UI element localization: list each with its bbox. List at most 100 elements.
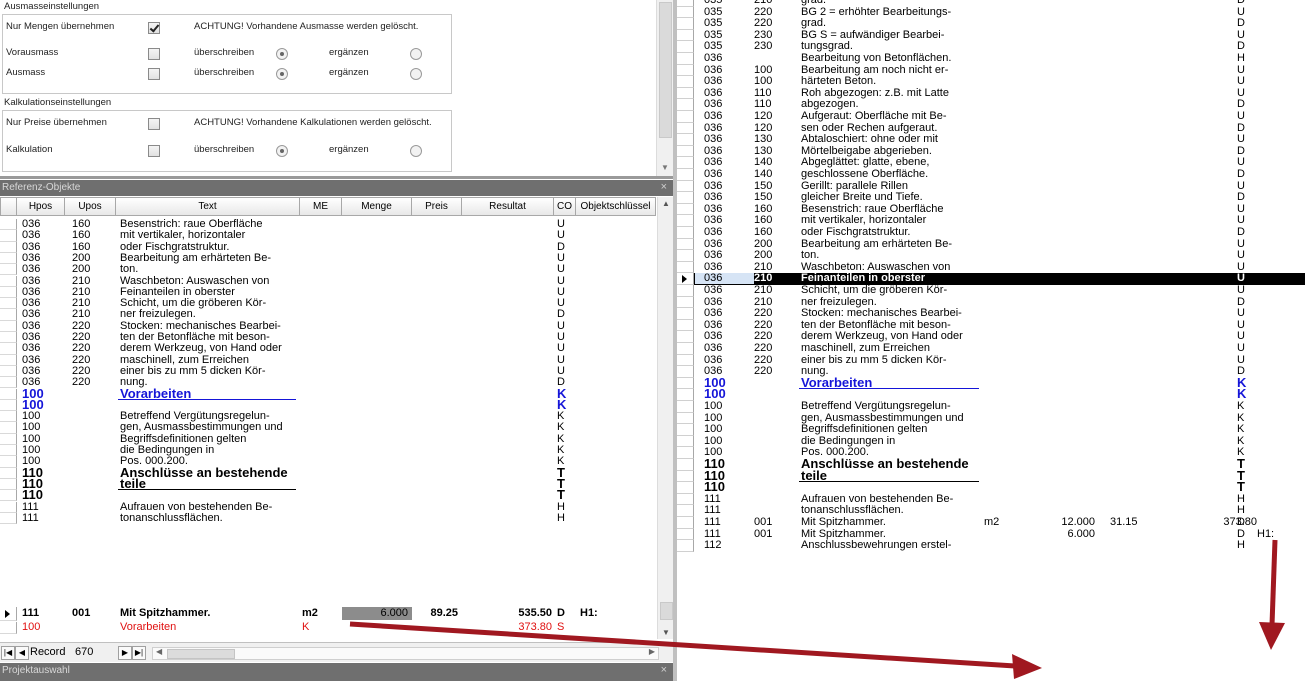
ausmass-ergaenzen-radio[interactable] [410, 68, 422, 80]
cell-upos[interactable]: 001 [754, 517, 772, 528]
cell-upos[interactable]: 130 [754, 145, 772, 157]
cell-text[interactable]: Vorarbeiten [120, 622, 176, 633]
row-selector[interactable] [0, 433, 17, 445]
cell-hpos[interactable]: 036 [704, 87, 722, 99]
cell-upos[interactable]: 220 [754, 18, 772, 29]
project-table-row[interactable]: 100 die Bedingungen in K [677, 435, 1305, 448]
scroll-down-icon[interactable]: ▼ [662, 628, 670, 637]
cell-hpos[interactable]: 036 [22, 275, 40, 287]
cell-co[interactable]: U [1237, 29, 1245, 41]
cell-upos[interactable]: 140 [754, 157, 772, 168]
cell-hpos[interactable]: 036 [704, 53, 722, 64]
cell-text[interactable]: Bearbeitung am erhärteten Be- [120, 252, 271, 264]
row-selector[interactable] [677, 308, 694, 320]
cell-co[interactable]: D [1237, 41, 1245, 52]
cell-me[interactable]: m2 [302, 608, 318, 619]
cell-co[interactable]: U [1237, 76, 1245, 87]
cell-co[interactable]: H [1237, 493, 1245, 505]
cell-text[interactable]: BG 2 = erhöhter Bearbeitungs- [801, 6, 951, 18]
cell-co[interactable]: U [1237, 238, 1245, 250]
last-record-icon[interactable]: ▶| [132, 646, 146, 660]
cell-preis[interactable]: 31.15 [1110, 517, 1138, 528]
cell-text[interactable]: Bearbeitung am noch nicht er- [801, 64, 948, 76]
cell-text[interactable]: geschlossene Oberfläche. [801, 169, 928, 180]
col-upos-header[interactable]: Upos [65, 197, 116, 216]
cell-text[interactable]: grad. [801, 18, 826, 29]
cell-hpos[interactable]: 100 [704, 401, 722, 412]
cell-hpos[interactable]: 036 [704, 215, 722, 226]
row-selector[interactable] [0, 241, 17, 253]
cell-hpos[interactable]: 036 [704, 111, 722, 122]
cell-hpos[interactable]: 036 [22, 309, 40, 320]
cell-hpos[interactable]: 100 [704, 387, 726, 400]
cell-text[interactable]: tungsgrad. [801, 41, 853, 52]
row-selector[interactable] [677, 87, 694, 100]
cell-hpos[interactable]: 036 [704, 64, 722, 76]
cell-co[interactable]: U [557, 230, 565, 241]
project-table-row[interactable]: 036 120 Aufgeraut: Oberfläche mit Be- U [677, 111, 1305, 123]
cell-hpos[interactable]: 036 [704, 285, 722, 296]
cell-upos[interactable]: 210 [754, 285, 772, 296]
cell-co[interactable]: U [1237, 273, 1245, 284]
cell-upos[interactable]: 160 [754, 227, 772, 238]
cell-text[interactable]: ner freizulegen. [801, 296, 877, 308]
cell-text[interactable]: Begriffsdefinitionen gelten [801, 424, 927, 435]
col-hpos-header[interactable]: Hpos [17, 197, 65, 216]
row-selector[interactable] [677, 134, 694, 146]
row-selector[interactable] [677, 435, 694, 448]
ref-table-row[interactable]: 036 210 ner freizulegen. D [0, 309, 657, 321]
cell-text[interactable]: BG S = aufwändiger Bearbei- [801, 29, 944, 41]
cell-text[interactable]: abgezogen. [801, 99, 859, 110]
cell-co[interactable]: U [1237, 6, 1245, 18]
cell-upos[interactable]: 220 [754, 308, 772, 319]
cell-co[interactable]: D [1237, 227, 1245, 238]
cell-upos[interactable]: 210 [754, 296, 772, 308]
row-selector[interactable] [677, 6, 694, 19]
cell-co[interactable]: H [1237, 505, 1245, 516]
cell-hpos[interactable]: 111 [22, 501, 39, 513]
col-text-header[interactable]: Text [116, 197, 300, 216]
cell-co[interactable]: K [1237, 424, 1244, 435]
cell-upos[interactable]: 120 [754, 111, 772, 122]
cell-upos[interactable]: 001 [754, 528, 772, 540]
cell-text[interactable]: Schicht, um die gröberen Kör- [801, 285, 947, 296]
ref-table-row[interactable]: 100 gen, Ausmassbestimmungen und K [0, 422, 657, 434]
vorausmass-ergaenzen-radio[interactable] [410, 48, 422, 60]
cell-hpos[interactable]: 036 [22, 230, 40, 241]
cell-text[interactable]: Aufrauen von bestehenden Be- [120, 501, 272, 513]
cell-upos[interactable]: 100 [754, 64, 772, 76]
cell-co[interactable]: U [1237, 354, 1245, 366]
row-selector[interactable] [677, 331, 694, 343]
cell-co[interactable]: U [1237, 308, 1245, 319]
row-selector[interactable] [0, 275, 17, 287]
cell-upos[interactable]: 160 [754, 203, 772, 215]
scroll-down-icon[interactable]: ▼ [661, 163, 669, 172]
cell-text[interactable]: Anschlussbewehrungen erstel- [801, 540, 951, 551]
cell-hpos[interactable]: 100 [704, 424, 722, 435]
panel-splitter[interactable] [0, 176, 673, 179]
cell-text[interactable]: Stocken: mechanisches Bearbei- [801, 308, 962, 319]
cell-upos[interactable]: 100 [754, 76, 772, 87]
row-selector[interactable] [677, 180, 694, 193]
cell-upos[interactable]: 220 [72, 343, 90, 354]
row-selector[interactable] [0, 445, 17, 457]
cell-co[interactable]: U [1237, 261, 1245, 273]
cell-preis[interactable]: 89.25 [412, 608, 458, 619]
cell-co[interactable]: D [1237, 18, 1245, 29]
cell-hpos[interactable]: 111 [704, 505, 721, 516]
cell-upos[interactable]: 110 [754, 99, 772, 110]
cell-co[interactable]: U [557, 354, 565, 366]
row-selector[interactable] [0, 478, 17, 491]
cell-upos[interactable]: 160 [754, 215, 772, 226]
cell-resultat[interactable]: 373.80 [462, 622, 552, 633]
col-preis-header[interactable]: Preis [412, 197, 462, 216]
cell-upos[interactable]: 220 [72, 354, 90, 366]
cell-hpos[interactable]: 036 [704, 99, 722, 110]
cell-upos[interactable]: 200 [754, 250, 772, 261]
cell-hpos[interactable]: 036 [704, 122, 722, 134]
cell-hpos[interactable]: 036 [695, 273, 754, 285]
cell-upos[interactable]: 001 [72, 608, 90, 619]
row-selector[interactable] [0, 320, 17, 332]
cell-resultat[interactable]: 373.80 [1197, 517, 1257, 528]
row-selector[interactable] [0, 252, 17, 265]
